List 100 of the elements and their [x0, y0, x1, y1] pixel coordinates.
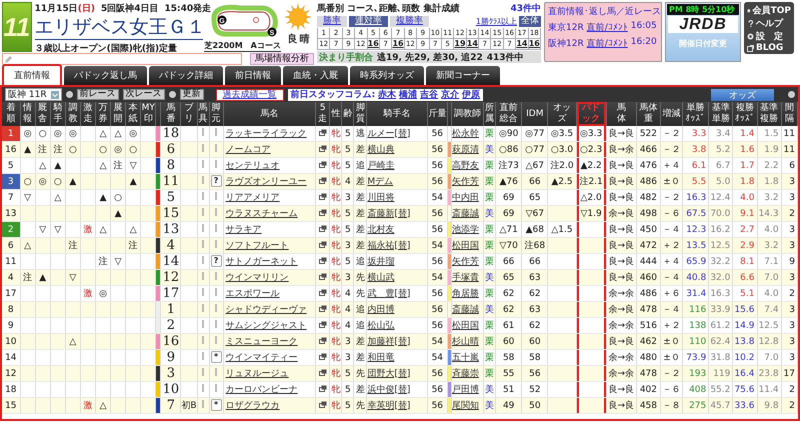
jockey-link[interactable]: 福永祐[替] [367, 240, 410, 250]
leg-badge[interactable]: ? [210, 175, 222, 188]
horse-name-link[interactable]: ラヴズオンリーユー [226, 176, 307, 186]
jockey-link[interactable]: 横山典 [367, 144, 394, 154]
trainer-link[interactable]: 尾関知 [452, 400, 479, 410]
refresh-button[interactable]: 更新 [180, 89, 204, 100]
jockey-link[interactable]: 横山武 [367, 272, 394, 282]
columnist-link[interactable]: 赤木 [378, 88, 396, 101]
race-select[interactable]: 阪神 11R [5, 88, 62, 101]
all-button[interactable]: 全体 [519, 16, 541, 27]
window-icon[interactable] [318, 208, 327, 216]
jockey-link[interactable]: 浜中俊[替] [367, 384, 410, 394]
tab[interactable]: 時系列オッズ [350, 66, 424, 85]
horse-name-link[interactable]: ウインマリリン [226, 272, 289, 282]
menu-item[interactable]: 会員TOP [747, 4, 791, 17]
window-icon[interactable] [318, 336, 327, 344]
menu-item[interactable]: BLOG [747, 43, 791, 53]
horse-name-link[interactable]: カーロバンビーナ [226, 384, 298, 394]
trainer-link[interactable]: 五十嵐 [452, 352, 479, 362]
jockey-link[interactable]: 松山弘 [367, 320, 394, 330]
jockey-link[interactable]: 北村友 [367, 224, 394, 234]
trainer-link[interactable]: 矢作芳 [452, 256, 479, 266]
tab[interactable]: 直前情報 [2, 64, 62, 85]
horse-name-link[interactable]: センテリュオ [226, 160, 280, 170]
horse-name-link[interactable]: ウラヌスチャーム [226, 208, 298, 218]
horse-name-link[interactable]: サトノガーネット [226, 256, 298, 266]
menu-item[interactable]: 設 定 [747, 30, 791, 43]
tab[interactable]: 前日情報 [225, 66, 281, 85]
tab[interactable]: パドック詳細 [149, 66, 223, 85]
window-icon[interactable] [318, 128, 327, 136]
window-icon[interactable] [318, 304, 327, 312]
jockey-link[interactable]: 幸英明[替] [367, 400, 410, 410]
window-icon[interactable] [318, 400, 327, 408]
prev-race-button[interactable]: 前レース [76, 89, 119, 100]
horse-name-link[interactable]: サラキア [226, 224, 262, 234]
columnist-link[interactable]: 伊原 [462, 88, 480, 101]
menu-item[interactable]: ヘルプ [747, 17, 791, 30]
horse-name-link[interactable]: ノームコア [226, 144, 271, 154]
comment-link[interactable]: 直前/ｺﾒﾝﾄ [586, 37, 628, 50]
tab[interactable]: 新聞コーナー [426, 66, 500, 85]
window-icon[interactable] [318, 240, 327, 248]
next-race-button[interactable]: 次レース [122, 89, 165, 100]
window-icon[interactable] [318, 256, 327, 264]
jockey-link[interactable]: 武 豊[替] [367, 288, 410, 298]
tab[interactable]: パドック返し馬 [64, 66, 147, 85]
jockey-link[interactable]: ルメー[替] [367, 128, 410, 138]
trainer-link[interactable]: 斉藤崇 [452, 368, 479, 378]
stats-tab[interactable]: 複勝率 [390, 16, 429, 27]
jockey-link[interactable]: 坂井瑠 [367, 256, 394, 266]
window-icon[interactable] [318, 160, 327, 168]
comment-link[interactable]: 直前/ｺﾒﾝﾄ [586, 21, 628, 34]
horse-name-link[interactable]: ロザグラウカ [226, 400, 280, 410]
columnist-link[interactable]: 京介 [441, 88, 460, 101]
trainer-link[interactable]: 斎藤誠 [452, 304, 479, 314]
trainer-link[interactable]: 戸田博 [452, 384, 479, 394]
trainer-link[interactable]: 萩原清 [452, 144, 479, 154]
trainer-link[interactable]: 池添学 [452, 224, 479, 234]
horse-name-link[interactable]: ミスニューヨーク [226, 336, 298, 346]
leg-badge[interactable]: ? [210, 255, 222, 268]
jockey-link[interactable]: 和田竜 [367, 352, 394, 362]
jockey-link[interactable]: 内田博 [367, 304, 394, 314]
window-icon[interactable] [318, 224, 327, 232]
stats-tab[interactable]: 勝率 [317, 16, 347, 27]
window-icon[interactable] [318, 192, 327, 200]
leg-badge[interactable]: * [210, 399, 222, 412]
jockey-link[interactable]: 団野大[替] [367, 368, 410, 378]
jockey-link[interactable]: 加藤祥[替] [367, 336, 410, 346]
horse-name-link[interactable]: ソフトフルート [226, 240, 289, 250]
tab[interactable]: 血統・入厩 [283, 66, 348, 85]
trainer-link[interactable]: 杉山晴 [452, 336, 479, 346]
horse-name-link[interactable]: ラッキーライラック [226, 128, 307, 138]
window-icon[interactable] [318, 320, 327, 328]
horse-name-link[interactable]: サムシングジャスト [226, 320, 307, 330]
window-icon[interactable] [318, 272, 327, 280]
window-icon[interactable] [318, 384, 327, 392]
horse-name-link[interactable]: リュヌルージュ [226, 368, 289, 378]
trainer-link[interactable]: 矢作芳 [452, 176, 479, 186]
jockey-link[interactable]: Mデム [367, 176, 394, 186]
trainer-link[interactable]: 斎藤誠 [452, 208, 479, 218]
columnist-link[interactable]: 吉谷 [420, 88, 438, 101]
trainer-link[interactable]: 松田国 [452, 240, 479, 250]
trainer-link[interactable]: 手塚貴 [452, 272, 479, 282]
leg-badge[interactable]: * [210, 351, 222, 364]
history-button[interactable]: 過去成績一覧 [216, 88, 284, 100]
track-info-button[interactable]: 馬場情報分析 [250, 53, 314, 65]
window-icon[interactable] [318, 176, 327, 184]
stats-tab[interactable]: 連対率 [349, 16, 388, 27]
trainer-link[interactable]: 松田国 [452, 320, 479, 330]
horse-name-link[interactable]: シャドウディーヴァ [226, 304, 307, 314]
window-icon[interactable] [318, 288, 327, 296]
horse-name-link[interactable]: エスポワール [226, 288, 280, 298]
jockey-link[interactable]: 戸崎圭 [367, 160, 394, 170]
columnist-link[interactable]: 橋浦 [399, 88, 418, 101]
window-icon[interactable] [318, 368, 327, 376]
horse-name-link[interactable]: ウインマイティー [226, 352, 298, 362]
trainer-link[interactable]: 角居勝 [452, 288, 479, 298]
window-icon[interactable] [318, 352, 327, 360]
trainer-link[interactable]: 松永幹 [452, 128, 479, 138]
jockey-link[interactable]: 斎藤新[替] [367, 208, 410, 218]
trainer-link[interactable]: 中内田 [452, 192, 479, 202]
